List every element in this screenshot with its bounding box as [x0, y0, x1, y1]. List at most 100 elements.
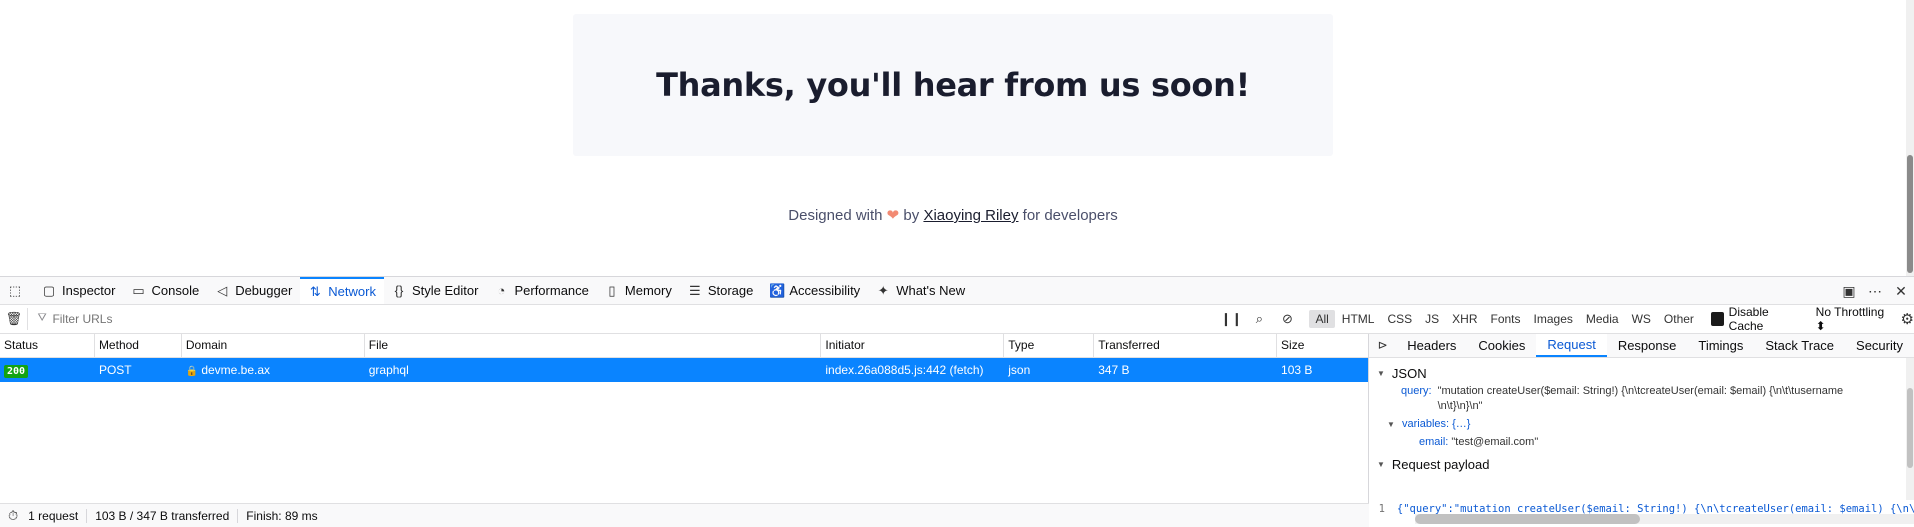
column-domain[interactable]: Domain	[182, 334, 365, 357]
column-method[interactable]: Method	[95, 334, 182, 357]
divider	[237, 508, 239, 523]
toolbar-right-controls: ▣ ⋯ ✕	[1836, 277, 1914, 305]
toggle-sidebar-icon[interactable]: ⊳	[1369, 334, 1396, 357]
clear-log-icon[interactable]: 🗑	[0, 311, 27, 327]
tab-network[interactable]: ⇅ Network	[300, 277, 384, 304]
column-type[interactable]: Type	[1004, 334, 1095, 357]
type-filter-fonts[interactable]: Fonts	[1485, 310, 1527, 328]
type-filter-js[interactable]: JS	[1419, 310, 1445, 328]
tab-whats-new[interactable]: ✦ What's New	[868, 277, 973, 304]
tab-inspector[interactable]: ▢ Inspector	[34, 277, 123, 304]
tab-label: Performance	[514, 283, 589, 298]
filter-urls-input[interactable]	[27, 308, 1198, 330]
block-icon[interactable]: ⊘	[1273, 311, 1301, 327]
divider	[86, 508, 88, 523]
column-file[interactable]: File	[365, 334, 822, 357]
inspector-icon: ▢	[42, 282, 56, 298]
column-size[interactable]: Size	[1277, 334, 1368, 357]
close-icon[interactable]: ✕	[1888, 283, 1914, 300]
tab-style-editor[interactable]: {} Style Editor	[384, 277, 486, 304]
type-filter-all[interactable]: All	[1309, 310, 1335, 328]
page-scrollbar-thumb[interactable]	[1907, 155, 1913, 273]
memory-icon: ▯	[608, 282, 616, 298]
search-icon[interactable]: ⌕	[1245, 311, 1273, 327]
author-link[interactable]: Xiaoying Riley	[923, 207, 1018, 224]
details-vscrollbar[interactable]	[1906, 358, 1914, 500]
payload-section-header[interactable]: ▼ Request payload	[1369, 453, 1914, 475]
json-key: email:	[1419, 436, 1449, 448]
disable-cache-label: Disable Cache	[1728, 305, 1769, 333]
type-filter-html[interactable]: HTML	[1336, 310, 1381, 328]
disable-cache-checkbox[interactable]: Disable Cache	[1710, 305, 1800, 333]
tab-label: Debugger	[235, 283, 293, 298]
tab-timings[interactable]: Timings	[1687, 334, 1754, 357]
tab-label: Memory	[624, 283, 672, 298]
chevron-down-icon: ▼	[1377, 459, 1385, 469]
thanks-title: Thanks, you'll hear from us soon!	[656, 66, 1250, 104]
type-filter-xhr[interactable]: XHR	[1446, 310, 1483, 328]
tab-headers[interactable]: Headers	[1396, 334, 1467, 357]
tab-stack-trace[interactable]: Stack Trace	[1754, 334, 1845, 357]
column-status[interactable]: Status	[0, 334, 95, 357]
tab-memory[interactable]: ▯ Memory	[597, 277, 680, 304]
type-filter-media[interactable]: Media	[1580, 310, 1625, 328]
dock-icon[interactable]: ▣	[1836, 283, 1862, 300]
tab-cookies[interactable]: Cookies	[1467, 334, 1536, 357]
payload-hscrollbar[interactable]	[1415, 514, 1914, 524]
page-scrollbar[interactable]	[1906, 0, 1914, 276]
json-key: variables:	[1401, 418, 1450, 430]
type-filter-images[interactable]: Images	[1528, 310, 1579, 328]
throttling-select[interactable]: No Throttling ⬍	[1816, 305, 1891, 333]
tab-debugger[interactable]: ◁ Debugger	[207, 277, 300, 304]
footer-by: by	[903, 207, 920, 224]
line-number: 1	[1378, 503, 1385, 515]
summary-transferred: 103 B / 347 B transferred	[95, 508, 230, 523]
json-value: "mutation createUser($email: String!) {\…	[1438, 384, 1868, 414]
debugger-icon: ◁	[217, 282, 228, 298]
json-query-row[interactable]: query: "mutation createUser($email: Stri…	[1369, 384, 1914, 414]
gear-icon[interactable]: ⚙	[1901, 310, 1914, 328]
pause-icon[interactable]: ❙❙	[1217, 311, 1245, 327]
column-transferred[interactable]: Transferred	[1094, 334, 1278, 357]
chevron-down-icon: ▼	[1377, 368, 1385, 378]
style-editor-icon: {}	[394, 283, 404, 298]
type-filter-ws[interactable]: WS	[1626, 310, 1657, 328]
accessibility-icon: ♿	[769, 282, 786, 298]
tab-console[interactable]: ▭ Console	[123, 277, 207, 304]
tab-storage[interactable]: ☰ Storage	[680, 277, 762, 304]
json-value-line2: \n\t}\n}\n"	[1437, 400, 1483, 412]
tab-performance[interactable]: ◔ Performance	[486, 277, 596, 304]
payload-hscrollbar-thumb[interactable]	[1415, 514, 1640, 524]
type-filter-group: All HTML CSS JS XHR Fonts Images Media W…	[1309, 310, 1700, 328]
tab-label: Storage	[707, 283, 754, 298]
json-variables-row[interactable]: ▼ variables: {…}	[1369, 417, 1914, 432]
more-options-icon[interactable]: ⋯	[1862, 283, 1888, 300]
tab-label: Accessibility	[789, 283, 861, 298]
details-vscrollbar-thumb[interactable]	[1907, 388, 1913, 468]
tab-accessibility[interactable]: ♿ Accessibility	[761, 277, 868, 304]
column-initiator[interactable]: Initiator	[821, 334, 1005, 357]
json-email-row[interactable]: email: "test@email.com"	[1369, 435, 1914, 450]
summary-requests: 1 request	[28, 508, 79, 523]
element-picker-button[interactable]: ⬚	[0, 277, 34, 304]
performance-icon: ◔	[497, 283, 506, 298]
type-filter-other[interactable]: Other	[1658, 310, 1700, 328]
json-value: "test@email.com"	[1451, 436, 1539, 448]
payload-section-title: Request payload	[1391, 456, 1490, 472]
network-summary: ⏱ 1 request 103 B / 347 B transferred Fi…	[0, 503, 1369, 527]
json-section-header[interactable]: ▼ JSON	[1369, 362, 1914, 384]
checkbox-icon	[1710, 312, 1724, 326]
tab-response[interactable]: Response	[1607, 334, 1688, 357]
cell-domain: 🔒 devme.be.ax	[182, 358, 365, 382]
filter-urls-wrap: ⛛	[27, 308, 1198, 330]
table-row[interactable]: 200 POST 🔒 devme.be.ax graphql index.26a0…	[0, 358, 1368, 382]
tab-request[interactable]: Request	[1536, 334, 1607, 357]
storage-icon: ☰	[689, 282, 701, 298]
cell-initiator[interactable]: index.26a088d5.js:442 (fetch)	[821, 358, 1004, 382]
footer-credit: Designed with ❤ by Xiaoying Riley for de…	[0, 206, 1906, 224]
filter-actions: ❙❙ ⌕ ⊘	[1217, 311, 1301, 327]
tab-security[interactable]: Security	[1845, 334, 1914, 357]
lock-icon: 🔒	[185, 366, 199, 377]
type-filter-css[interactable]: CSS	[1381, 310, 1418, 328]
console-icon: ▭	[132, 282, 145, 298]
